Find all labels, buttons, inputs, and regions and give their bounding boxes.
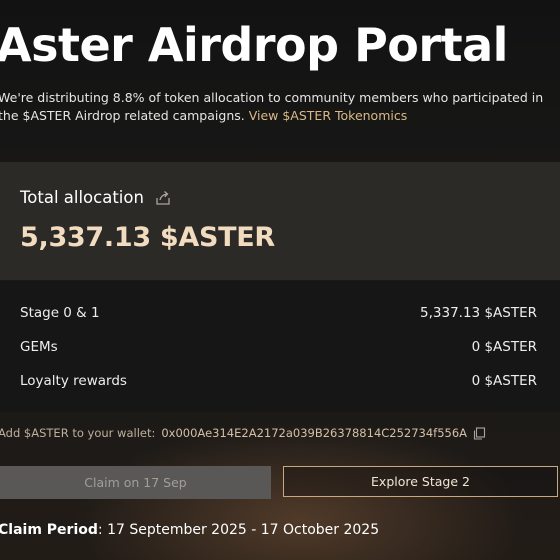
claim-period-label: Claim Period [0,522,98,538]
page-description: We're distributing 8.8% of token allocat… [0,89,558,125]
breakdown-value: 0 $ASTER [471,373,537,389]
contract-address[interactable]: 0x000Ae314E2A2172a039B26378814C252734f55… [161,426,467,440]
breakdown-value: 0 $ASTER [471,339,537,355]
breakdown-label: Loyalty rewards [20,373,127,389]
total-allocation-label: Total allocation [20,188,144,207]
allocation-summary-card [0,162,560,280]
page-title: Aster Airdrop Portal [0,18,508,72]
breakdown-label: GEMs [20,339,58,355]
total-allocation-amount: 5,337.13 $ASTER [20,222,275,253]
claim-period: Claim Period: 17 September 2025 - 17 Oct… [0,522,379,538]
breakdown-row: GEMs 0 $ASTER [20,337,537,357]
breakdown-label: Stage 0 & 1 [20,305,100,321]
share-icon[interactable] [154,189,172,207]
breakdown-row: Stage 0 & 1 5,337.13 $ASTER [20,303,537,323]
breakdown-value: 5,337.13 $ASTER [420,305,537,321]
wallet-label: Add $ASTER to your wallet: [0,426,156,440]
breakdown-row: Loyalty rewards 0 $ASTER [20,371,537,391]
copy-icon[interactable] [473,426,486,440]
tokenomics-link[interactable]: View $ASTER Tokenomics [249,108,408,123]
allocation-label-row: Total allocation [20,188,172,207]
claim-button[interactable]: Claim on 17 Sep [0,466,271,499]
add-to-wallet: Add $ASTER to your wallet: 0x000Ae314E2A… [0,426,486,440]
explore-stage-2-button[interactable]: Explore Stage 2 [283,466,558,497]
claim-period-separator: : [97,522,108,538]
claim-period-dates: 17 September 2025 - 17 October 2025 [107,522,380,538]
